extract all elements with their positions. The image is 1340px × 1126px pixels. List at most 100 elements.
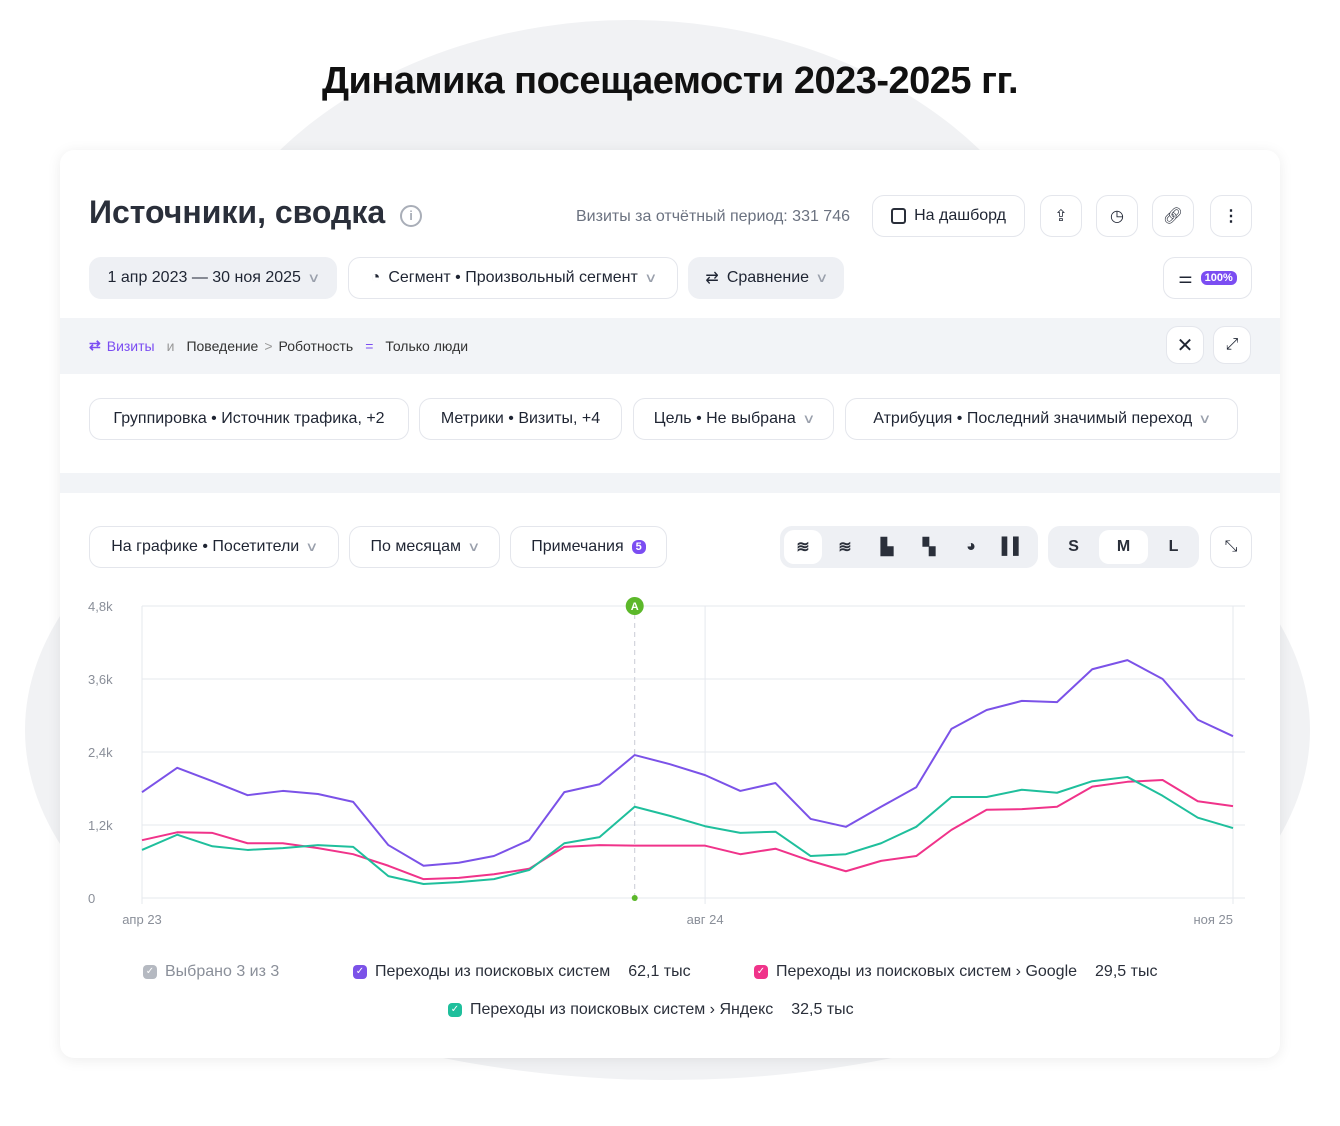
checkbox-icon: ✓ bbox=[754, 965, 768, 979]
segment-label: Сегмент • Произвольный сегмент bbox=[388, 269, 638, 286]
chevron-down-icon: ∨ bbox=[305, 539, 319, 554]
comparison-label: Сравнение bbox=[726, 269, 810, 286]
to-dashboard-label: На дашборд bbox=[914, 207, 1006, 224]
legend-selected-label: Выбрано 3 из 3 bbox=[165, 963, 280, 980]
x-tick-label: ноя 25 bbox=[1193, 912, 1233, 927]
filter-sep: > bbox=[264, 337, 273, 354]
chart-metric-label: На графике • Посетители bbox=[111, 538, 300, 555]
size-m[interactable]: M bbox=[1099, 530, 1148, 564]
notes-count-badge: 5 bbox=[631, 540, 646, 554]
line-chart-icon[interactable]: ≋ bbox=[784, 530, 822, 564]
annotation-dot bbox=[631, 895, 638, 901]
chevron-down-icon: ∨ bbox=[643, 270, 658, 285]
goal-label: Цель • Не выбрана bbox=[653, 410, 796, 427]
attribution-label: Атрибуция • Последний значимый переход bbox=[873, 410, 1193, 427]
checkbox-icon: ✓ bbox=[353, 965, 367, 979]
legend-label: Переходы из поисковых систем › Google bbox=[776, 963, 1078, 980]
chevron-down-icon: ∨ bbox=[467, 539, 481, 554]
legend-label: Переходы из поисковых систем bbox=[375, 963, 611, 980]
notes-label: Примечания bbox=[531, 538, 624, 555]
line-chart: 0 1,2k 2,4k 3,6k 4,8k апр 23 авг 24 ноя 25 A bbox=[88, 597, 1245, 927]
page-title: Динамика посещаемости 2023-2025 гг. bbox=[321, 60, 1019, 102]
comparison-select[interactable]: ⇄ Сравнение ∨ bbox=[688, 257, 844, 299]
y-tick-label: 3,6k bbox=[88, 672, 113, 687]
filter-path1: Поведение bbox=[186, 337, 259, 354]
size-switch: S M L bbox=[1048, 526, 1199, 568]
legend-total: 29,5 тыс bbox=[1095, 963, 1158, 980]
chevron-down-icon: ∨ bbox=[1198, 411, 1212, 426]
x-tick-label: авг 24 bbox=[687, 912, 724, 927]
filter-chip[interactable]: ⇄ Визиты и Поведение > Роботность = Толь… bbox=[89, 337, 468, 354]
section-divider bbox=[60, 473, 1280, 493]
dashboard-icon bbox=[891, 208, 907, 224]
close-icon: ✕ bbox=[1176, 334, 1194, 357]
filter-metric: Визиты bbox=[106, 337, 155, 354]
share-button[interactable]: ⇪ bbox=[1040, 195, 1082, 237]
compare-icon: ⇄ bbox=[89, 337, 101, 353]
metrics-button[interactable]: Метрики • Визиты, +4 bbox=[419, 398, 622, 440]
pie-chart-icon[interactable]: ◕ bbox=[952, 530, 990, 564]
annotation-label: A bbox=[631, 601, 639, 613]
sliders-icon: ⚌ bbox=[1178, 270, 1193, 287]
stacked-bar-icon[interactable]: ▚ bbox=[910, 530, 948, 564]
period-select[interactable]: По месяцам ∨ bbox=[349, 526, 500, 568]
chart-metric-select[interactable]: На графике • Посетители ∨ bbox=[89, 526, 339, 568]
compare-icon: ⇄ bbox=[705, 270, 719, 287]
legend-item[interactable]: ✓ Переходы из поисковых систем › Google 29… bbox=[754, 963, 1157, 981]
checkbox-icon: ✓ bbox=[448, 1003, 462, 1017]
to-dashboard-button[interactable]: На дашборд bbox=[872, 195, 1025, 237]
filter-value: Только люди bbox=[385, 337, 469, 354]
y-tick-label: 2,4k bbox=[88, 745, 113, 760]
more-icon: ⋮ bbox=[1223, 208, 1239, 225]
chart-type-switch: ≋ ≋ ▙ ▚ ◕ ▌▌ bbox=[780, 526, 1038, 568]
sampling-button[interactable]: ⚌ 100% bbox=[1163, 257, 1252, 299]
grouping-button[interactable]: Группировка • Источник трафика, +2 bbox=[89, 398, 409, 440]
clock-icon: ◷ bbox=[1110, 208, 1124, 225]
date-range-select[interactable]: 1 апр 2023 — 30 ноя 2025 ∨ bbox=[89, 257, 337, 299]
y-tick-label: 4,8k bbox=[88, 599, 113, 614]
legend-select-all[interactable]: ✓ Выбрано 3 из 3 bbox=[143, 963, 279, 981]
visits-total: Визиты за отчётный период: 331 746 bbox=[576, 208, 850, 225]
y-tick-label: 1,2k bbox=[88, 818, 113, 833]
series-line-1 bbox=[141, 778, 1234, 881]
y-tick-label: 0 bbox=[88, 891, 95, 906]
legend-label: Переходы из поисковых систем › Яндекс bbox=[470, 1001, 774, 1018]
area-chart-icon[interactable]: ≋ bbox=[826, 530, 864, 564]
segment-select[interactable]: ◔ Сегмент • Произвольный сегмент ∨ bbox=[348, 257, 678, 299]
report-title: Источники, сводка bbox=[89, 194, 386, 230]
expand-filter-button[interactable]: ⤢ bbox=[1213, 326, 1251, 364]
pie-icon: ◔ bbox=[370, 269, 381, 286]
grouping-label: Группировка • Источник трафика, +2 bbox=[113, 410, 385, 427]
info-icon[interactable]: i bbox=[400, 205, 422, 227]
chevron-down-icon: ∨ bbox=[307, 270, 321, 285]
size-l[interactable]: L bbox=[1152, 530, 1195, 564]
more-button[interactable]: ⋮ bbox=[1210, 195, 1252, 237]
link-button[interactable]: 🔗︎ bbox=[1152, 195, 1194, 237]
collapse-icon: ⤡ bbox=[1224, 538, 1238, 555]
period-label: По месяцам bbox=[370, 538, 461, 555]
bar-chart-icon[interactable]: ▙ bbox=[868, 530, 906, 564]
column-chart-icon[interactable]: ▌▌ bbox=[994, 530, 1032, 564]
link-icon: 🔗︎ bbox=[1162, 208, 1184, 225]
goal-select[interactable]: Цель • Не выбрана ∨ bbox=[633, 398, 834, 440]
filter-path2: Роботность bbox=[278, 337, 354, 354]
history-button[interactable]: ◷ bbox=[1096, 195, 1138, 237]
date-range-label: 1 апр 2023 — 30 ноя 2025 bbox=[107, 269, 301, 286]
report-card: Источники, сводка i Визиты за отчётный п… bbox=[60, 150, 1280, 1058]
legend-total: 62,1 тыс bbox=[628, 963, 691, 980]
attribution-select[interactable]: Атрибуция • Последний значимый переход ∨ bbox=[845, 398, 1238, 440]
expand-icon: ⤢ bbox=[1225, 336, 1239, 353]
clear-filter-button[interactable]: ✕ bbox=[1166, 326, 1204, 364]
checkbox-icon: ✓ bbox=[143, 965, 157, 979]
size-s[interactable]: S bbox=[1052, 530, 1095, 564]
chevron-down-icon: ∨ bbox=[801, 411, 816, 426]
legend-item[interactable]: ✓ Переходы из поисковых систем 62,1 тыс bbox=[353, 963, 691, 981]
filter-and: и bbox=[166, 337, 175, 354]
x-tick-label: апр 23 bbox=[122, 912, 162, 927]
collapse-chart-button[interactable]: ⤡ bbox=[1210, 526, 1252, 568]
filter-eq: = bbox=[365, 337, 374, 354]
legend-item[interactable]: ✓ Переходы из поисковых систем › Яндекс 32… bbox=[448, 1001, 854, 1019]
notes-button[interactable]: Примечания 5 bbox=[510, 526, 667, 568]
sampling-badge: 100% bbox=[1200, 271, 1237, 285]
chevron-down-icon: ∨ bbox=[815, 270, 829, 285]
